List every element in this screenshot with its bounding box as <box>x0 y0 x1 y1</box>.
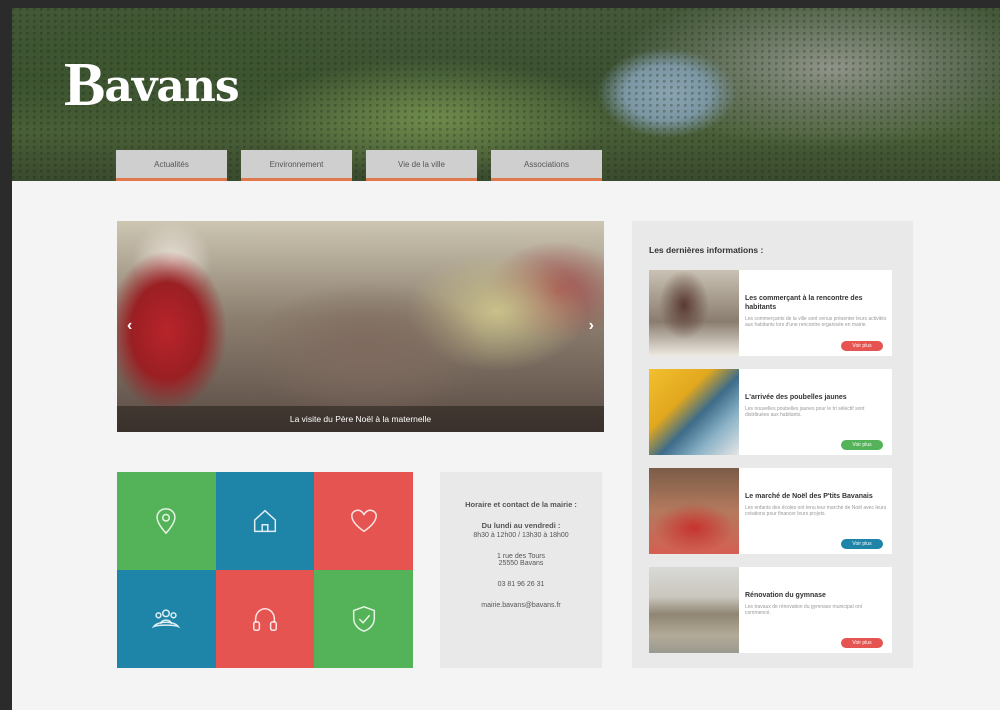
news-thumbnail[interactable] <box>649 567 739 653</box>
heart-icon <box>350 509 377 533</box>
tile-home[interactable] <box>215 472 315 570</box>
contact-title: Horaire et contact de la mairie : <box>465 500 577 509</box>
tile-shield[interactable] <box>314 570 413 668</box>
news-headline[interactable]: L'arrivée des poubelles jaunes <box>745 393 887 402</box>
contact-days: Du lundi au vendredi : <box>481 521 561 530</box>
contact-email[interactable]: mairie.bavans@bavans.fr <box>440 602 602 609</box>
news-headline[interactable]: Les commerçant à la rencontre des habita… <box>745 294 887 312</box>
news-item[interactable]: L'arrivée des poubelles jaunes Les nouve… <box>649 369 892 455</box>
shield-check-icon <box>352 606 375 632</box>
news-headline[interactable]: Rénovation du gymnase <box>745 591 887 600</box>
news-thumbnail[interactable] <box>649 270 739 356</box>
news-excerpt: Les nouvelles poubelles jaunes pour le t… <box>745 406 865 418</box>
read-more-button[interactable]: Voir plus <box>841 341 883 351</box>
nav-tab-vie-de-la-ville[interactable]: Vie de la ville <box>366 150 477 181</box>
news-excerpt: Les commerçants de la ville sont venus p… <box>745 316 887 328</box>
news-sidebar: Les dernières informations : Les commerç… <box>632 221 913 668</box>
site-logo[interactable]: Bavans <box>64 50 240 121</box>
contact-address-line1: 1 rue des Tours <box>496 553 546 560</box>
read-more-button[interactable]: Voir plus <box>841 440 883 450</box>
news-excerpt: Les enfants des écoles ont tenu leur mar… <box>745 505 887 517</box>
tile-location[interactable] <box>117 472 216 570</box>
news-headline[interactable]: Le marché de Noël des P'tits Bavanais <box>745 492 887 501</box>
contact-phone[interactable]: 03 81 96 26 31 <box>440 581 602 588</box>
mairie-contact-box: Horaire et contact de la mairie : Du lun… <box>440 472 602 668</box>
community-icon <box>151 609 181 629</box>
tile-heart[interactable] <box>314 472 413 570</box>
home-icon <box>253 509 277 533</box>
main-nav: Actualités Environnement Vie de la ville… <box>116 150 602 181</box>
news-item[interactable]: Les commerçant à la rencontre des habita… <box>649 270 892 356</box>
contact-hours: 8h30 à 12h00 / 13h30 à 18h00 <box>473 532 569 539</box>
tile-community[interactable] <box>117 570 216 668</box>
chevron-right-icon[interactable]: › <box>589 317 594 335</box>
headphones-icon <box>252 607 277 631</box>
news-thumbnail[interactable] <box>649 468 739 554</box>
read-more-button[interactable]: Voir plus <box>841 539 883 549</box>
page: Bavans Actualités Environnement Vie de l… <box>12 8 1000 710</box>
news-excerpt: Les travaux de rénovation du gymnase mun… <box>745 604 863 616</box>
read-more-button[interactable]: Voir plus <box>841 638 883 648</box>
tile-headphones[interactable] <box>215 570 315 668</box>
contact-address-line2: 25550 Bavans <box>498 560 544 567</box>
nav-tab-associations[interactable]: Associations <box>491 150 602 181</box>
news-title: Les dernières informations : <box>649 245 764 255</box>
header-banner: Bavans Actualités Environnement Vie de l… <box>12 8 1000 181</box>
news-thumbnail[interactable] <box>649 369 739 455</box>
map-pin-icon <box>156 508 176 535</box>
nav-tab-environnement[interactable]: Environnement <box>241 150 352 181</box>
news-item[interactable]: Le marché de Noël des P'tits Bavanais Le… <box>649 468 892 554</box>
chevron-left-icon[interactable]: ‹ <box>127 317 132 335</box>
quick-access-tiles <box>117 472 413 668</box>
slide-caption: La visite du Père Noël à la maternelle <box>117 406 604 432</box>
photo-slider[interactable]: ‹ › La visite du Père Noël à la maternel… <box>117 221 604 432</box>
nav-tab-actualites[interactable]: Actualités <box>116 150 227 181</box>
news-item[interactable]: Rénovation du gymnase Les travaux de rén… <box>649 567 892 653</box>
